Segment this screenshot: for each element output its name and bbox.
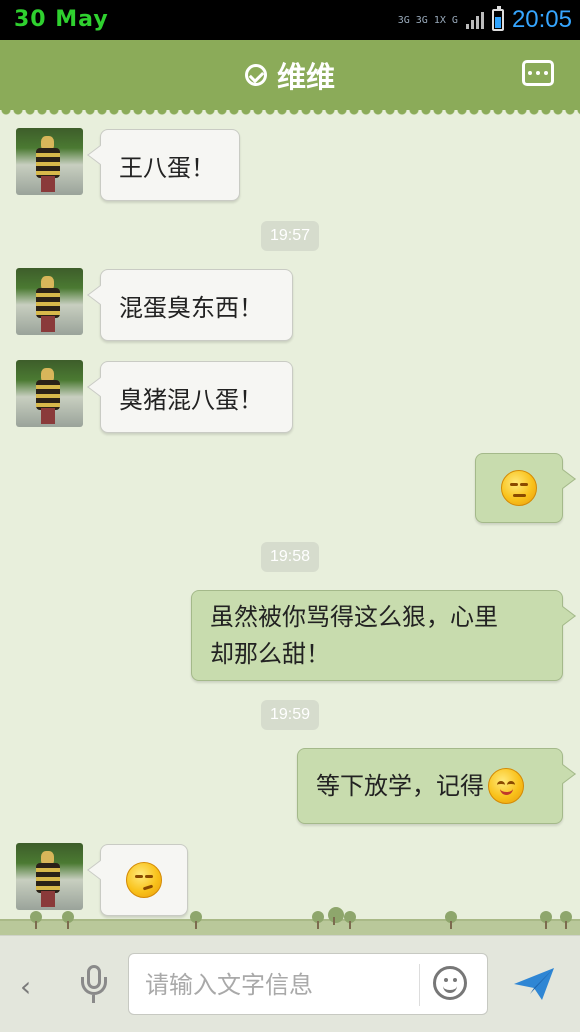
network-type: 3G 3G 1X G [397,14,458,26]
decorative-scenery [0,895,580,935]
squint-emoji-icon [501,470,537,506]
message-text-line: 虽然被你骂得这么狠，心里 [210,602,498,631]
message-bubble-outgoing[interactable]: 虽然被你骂得这么狠，心里 却那么甜！ [191,590,563,681]
message-input-box[interactable] [128,953,488,1015]
collapse-button[interactable]: ‹ [20,970,31,1003]
message-text-line: 却那么甜！ [210,639,330,668]
check-circle-icon [244,64,267,86]
chat-title: 维维 [276,60,335,94]
message-bubble-outgoing[interactable]: 等下放学，记得 [297,748,563,824]
contact-avatar[interactable] [16,128,83,195]
smirk-emoji-icon [126,862,162,898]
microphone-icon[interactable] [80,965,108,1005]
message-text: 王八蛋！ [119,153,215,182]
send-icon[interactable] [512,964,556,1004]
message-timestamp: 19:59 [261,700,319,730]
smile-emoji-icon [488,768,524,804]
signal-icon [465,11,484,29]
contact-avatar[interactable] [16,360,83,427]
chat-area[interactable]: 王八蛋！ 19:57 混蛋臭东西！ 臭猪混八蛋！ 19:58 虽然被你骂得这么狠… [0,116,580,935]
more-options-button[interactable] [522,60,554,86]
battery-icon [491,6,504,31]
input-divider [419,964,420,1006]
smiley-icon[interactable] [433,966,467,1000]
status-indicators: 3G 3G 1X G 20:05 [398,4,572,36]
message-bubble-incoming[interactable]: 臭猪混八蛋！ [100,361,293,433]
status-time: 20:05 [511,6,572,33]
contact-avatar[interactable] [16,268,83,335]
status-bar: 30 May 3G 3G 1X G 20:05 [0,0,580,40]
message-timestamp: 19:58 [261,542,319,572]
status-date: 30 May [14,7,109,32]
message-bubble-outgoing[interactable] [475,453,563,523]
message-input[interactable] [143,964,417,1006]
message-bubble-incoming[interactable]: 混蛋臭东西！ [100,269,293,341]
input-bar: ‹ [0,935,580,1032]
message-text: 臭猪混八蛋！ [119,385,263,414]
message-text: 等下放学，记得 [316,771,484,800]
message-text: 混蛋臭东西！ [119,293,263,322]
message-bubble-incoming[interactable]: 王八蛋！ [100,129,240,201]
message-timestamp: 19:57 [261,221,319,251]
chat-header: 维维 [0,40,580,116]
